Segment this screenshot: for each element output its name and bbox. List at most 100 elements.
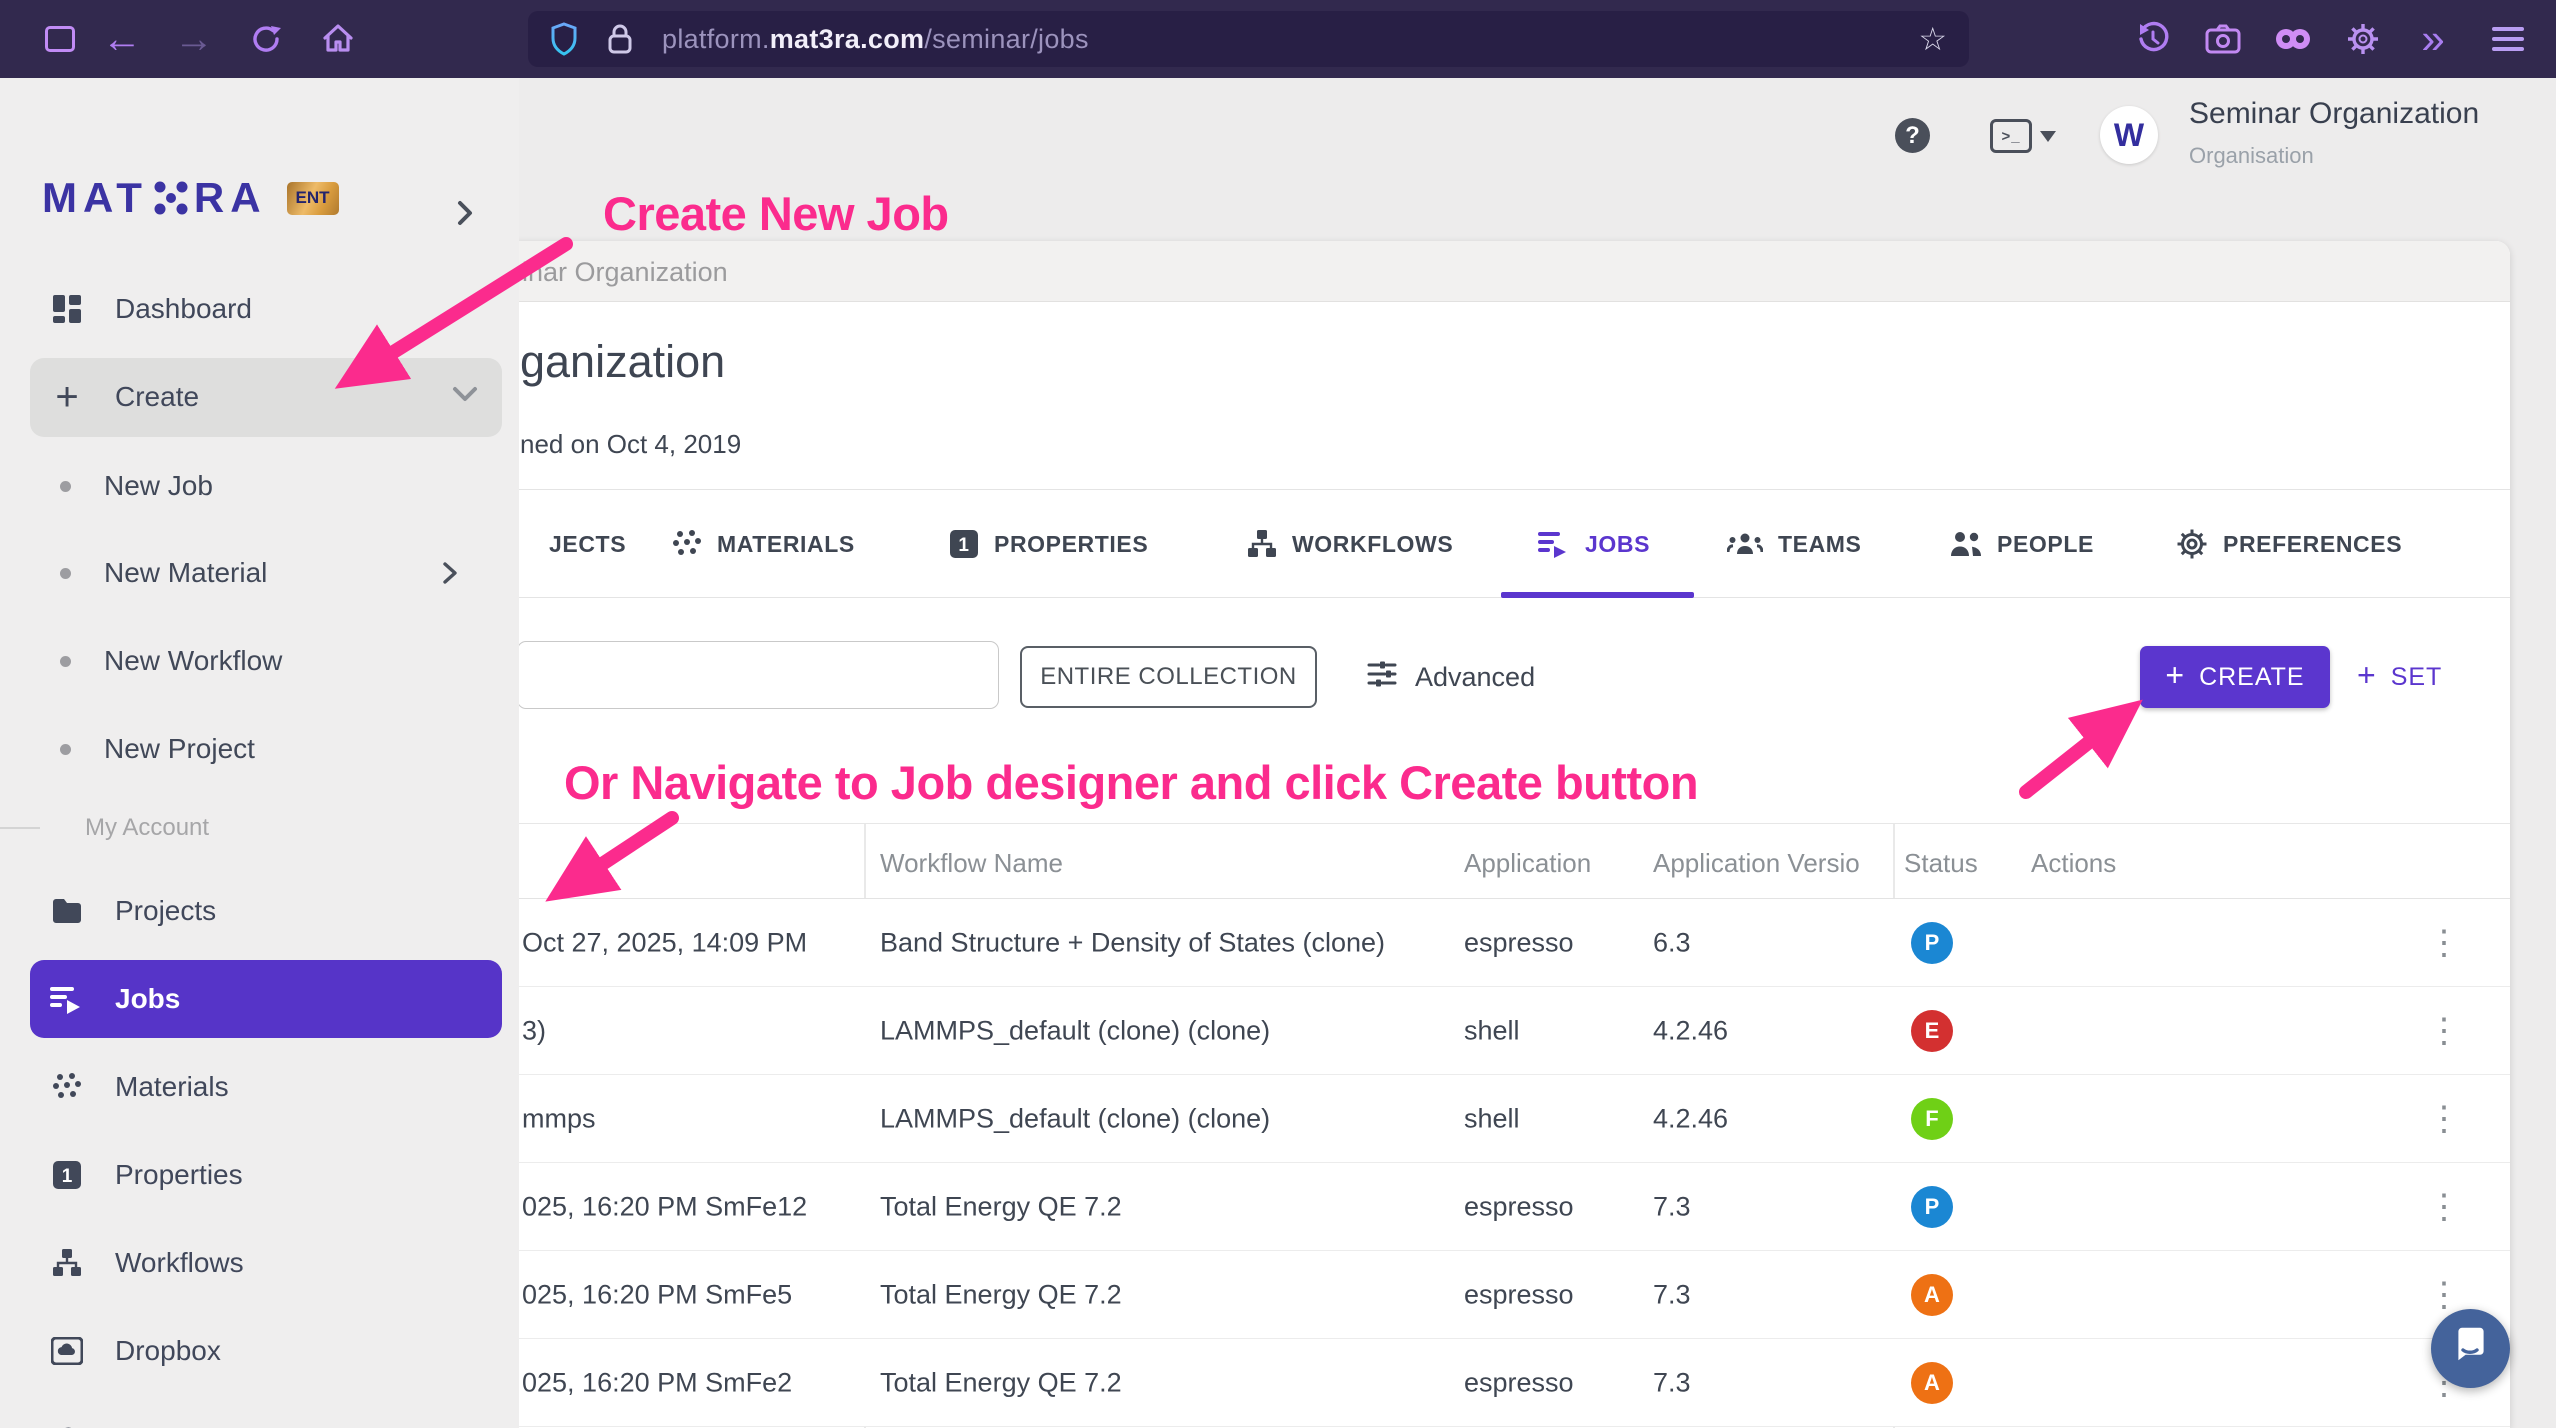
sidebar-item-new-project[interactable]: New Project — [0, 719, 519, 779]
col-status: Status — [1904, 848, 1978, 879]
sidebar-item-new-workflow[interactable]: New Workflow — [0, 631, 519, 691]
col-actions: Actions — [2031, 848, 2116, 879]
application-cell: espresso — [1464, 927, 1574, 958]
tab-materials[interactable]: MATERIALS — [672, 490, 855, 598]
sidebar-item-projects[interactable]: Projects — [0, 879, 519, 943]
dropbox-cloud-icon — [50, 1337, 84, 1365]
table-row[interactable]: 025, 16:20 PM SmFe5Total Energy QE 7.2es… — [505, 1251, 2510, 1339]
job-name-cell: 025, 16:20 PM SmFe2 — [522, 1367, 792, 1398]
shield-icon[interactable] — [548, 21, 580, 57]
status-badge: P — [1911, 1186, 1953, 1228]
workflow-name-cell: Total Energy QE 7.2 — [880, 1191, 1122, 1222]
sidebar-item-new-job[interactable]: New Job — [0, 456, 519, 516]
application-version-cell: 4.2.46 — [1653, 1015, 1728, 1046]
jobs-list-icon — [50, 984, 84, 1014]
settings-gear-icon[interactable] — [2333, 0, 2393, 78]
search-input[interactable] — [517, 641, 999, 709]
page-title: ganization — [520, 336, 725, 388]
people-pair-icon — [1950, 530, 1982, 558]
sidebar-toggle-icon[interactable] — [30, 0, 90, 78]
row-actions-kebab-icon[interactable]: ⋮ — [2427, 1099, 2461, 1139]
container-mask-icon[interactable] — [2263, 0, 2323, 78]
mat3ra-logo[interactable]: MATRA ENT — [42, 174, 339, 222]
tab-projects[interactable]: JECTS — [549, 490, 626, 598]
table-row[interactable]: mmpsLAMMPS_default (clone) (clone)shell4… — [505, 1075, 2510, 1163]
annotation-create-new-job: Create New Job — [603, 186, 949, 241]
row-actions-kebab-icon[interactable]: ⋮ — [2427, 1275, 2461, 1315]
chevron-down-icon — [450, 381, 480, 414]
chat-bubble-icon — [2451, 1326, 2491, 1371]
status-badge: P — [1911, 922, 1953, 964]
sidebar-item-dashboard[interactable]: Dashboard — [0, 277, 519, 341]
screenshot-camera-icon[interactable] — [2193, 0, 2253, 78]
tab-properties[interactable]: 1 PROPERTIES — [949, 490, 1148, 598]
row-actions-kebab-icon[interactable]: ⋮ — [2427, 1011, 2461, 1051]
org-name: Seminar Organization — [2189, 97, 2479, 131]
org-avatar[interactable]: W — [2100, 106, 2158, 164]
table-row[interactable]: 3)LAMMPS_default (clone) (clone)shell4.2… — [505, 987, 2510, 1075]
advanced-filter-button[interactable]: Advanced — [1367, 646, 1535, 708]
job-name-cell: mmps — [522, 1103, 596, 1134]
table-row[interactable]: 025, 16:20 PM SmFe2Total Energy QE 7.2es… — [505, 1339, 2510, 1427]
jobs-list-icon — [1538, 529, 1570, 559]
home-icon[interactable] — [308, 0, 368, 78]
folder-icon — [50, 898, 84, 924]
sidebar-collapse-icon[interactable] — [452, 198, 478, 233]
sidebar-item-jobs-label[interactable]: Jobs — [0, 967, 519, 1031]
table-header-row: Workflow Name Application Application Ve… — [505, 824, 2510, 899]
table-body: Oct 27, 2025, 14:09 PMBand Structure + D… — [505, 899, 2510, 1427]
sidebar-item-dropbox[interactable]: Dropbox — [0, 1319, 519, 1383]
chat-widget-button[interactable] — [2431, 1309, 2510, 1388]
tab-people[interactable]: PEOPLE — [1950, 490, 2094, 598]
job-name-cell: 025, 16:20 PM SmFe12 — [522, 1191, 807, 1222]
application-version-cell: 4.2.46 — [1653, 1103, 1728, 1134]
console-dropdown-icon[interactable]: >_ — [1990, 119, 2056, 153]
forward-arrow-icon[interactable]: → — [164, 0, 224, 78]
row-actions-kebab-icon[interactable]: ⋮ — [2427, 923, 2461, 963]
sidebar-item-workflows[interactable]: Workflows — [0, 1231, 519, 1295]
sidebar-item-materials[interactable]: Materials — [0, 1055, 519, 1119]
col-application: Application — [1464, 848, 1591, 879]
gear-icon — [2176, 528, 2208, 560]
tab-preferences[interactable]: PREFERENCES — [2176, 490, 2402, 598]
tab-workflows[interactable]: WORKFLOWS — [1247, 490, 1453, 598]
entire-collection-button[interactable]: ENTIRE COLLECTION — [1020, 646, 1317, 708]
workflow-tree-icon — [1247, 529, 1277, 559]
sidebar-item-create-label[interactable]: + Create — [0, 365, 519, 429]
table-row[interactable]: 025, 16:20 PM SmFe12 Total Energy QE 7.2 e… — [505, 1163, 2510, 1251]
bullet-icon — [60, 656, 71, 667]
sidebar-item-properties[interactable]: 1 Properties — [0, 1143, 519, 1207]
application-cell: shell — [1464, 1103, 1520, 1134]
table-row[interactable]: Oct 27, 2025, 14:09 PMBand Structure + D… — [505, 899, 2510, 987]
menu-icon[interactable] — [2478, 0, 2538, 78]
section-divider — [0, 827, 40, 829]
breadcrumb: inar Organization — [505, 241, 2510, 302]
job-name-cell: Oct 27, 2025, 14:09 PM — [522, 927, 807, 958]
bullet-icon — [60, 481, 71, 492]
jobs-table: Workflow Name Application Application Ve… — [505, 823, 2510, 1428]
status-badge: A — [1911, 1362, 1953, 1404]
application-cell: espresso — [1464, 1191, 1574, 1222]
create-button[interactable]: + CREATE — [2140, 646, 2330, 708]
history-icon[interactable] — [2123, 0, 2183, 78]
lock-icon — [606, 22, 634, 56]
help-icon[interactable]: ? — [1895, 118, 1930, 153]
mat3ra-x-glyph-icon — [152, 179, 190, 217]
application-cell: espresso — [1464, 1367, 1574, 1398]
svg-text:1: 1 — [958, 535, 969, 556]
my-account-label: My Account — [85, 814, 209, 842]
bookmark-star-icon[interactable]: ☆ — [1918, 20, 1947, 58]
back-arrow-icon[interactable]: ← — [92, 0, 152, 78]
active-tab-underline — [1501, 592, 1694, 598]
reload-icon[interactable] — [236, 0, 296, 78]
tab-jobs[interactable]: JOBS — [1538, 490, 1650, 598]
ent-badge: ENT — [287, 182, 339, 215]
url-bar[interactable]: platform.mat3ra.com/seminar/jobs ☆ — [528, 11, 1969, 67]
set-button[interactable]: + SET — [2357, 646, 2442, 708]
overflow-chevrons-icon[interactable]: » — [2403, 0, 2463, 78]
sidebar-item-external-uploads[interactable]: External Uploads — [0, 1407, 519, 1428]
workflow-name-cell: LAMMPS_default (clone) (clone) — [880, 1015, 1270, 1046]
sidebar-item-new-material[interactable]: New Material — [0, 543, 519, 603]
tab-teams[interactable]: TEAMS — [1727, 490, 1862, 598]
row-actions-kebab-icon[interactable]: ⋮ — [2427, 1187, 2461, 1227]
